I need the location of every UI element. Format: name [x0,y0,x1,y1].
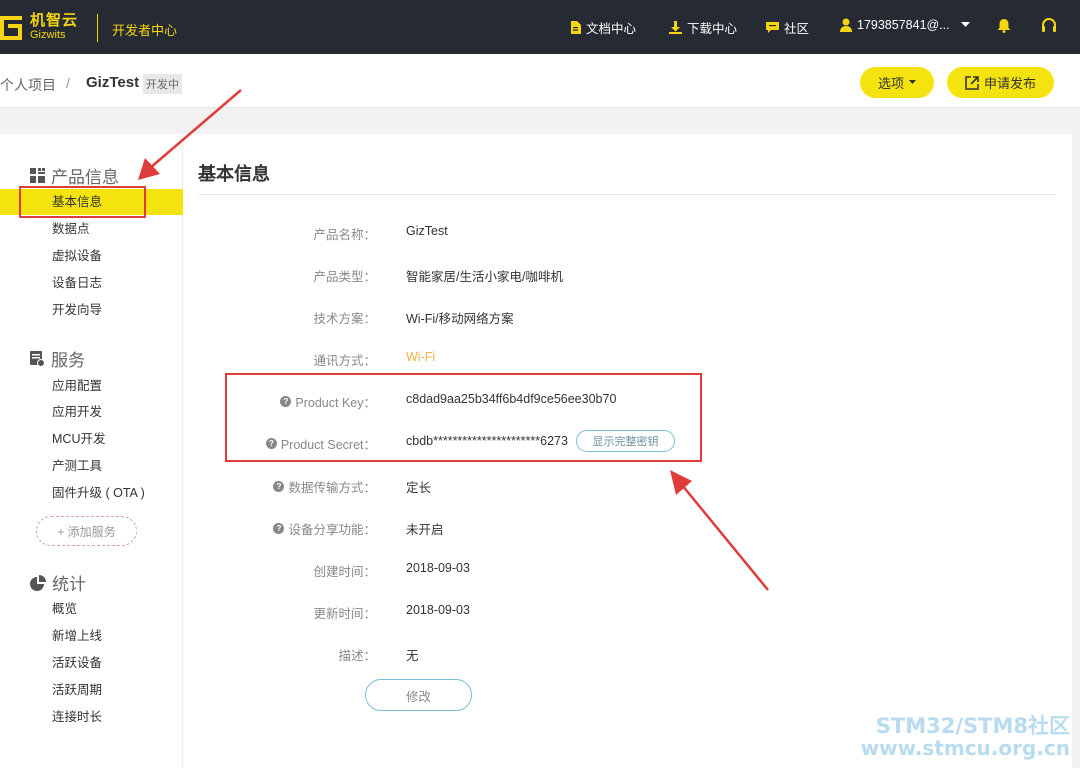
arrow-line-keys [681,484,769,591]
annotation-arrows [138,89,769,591]
watermark-line2: www.stmcu.org.cn [860,736,1070,760]
arrow-line-basic-info [149,89,242,169]
